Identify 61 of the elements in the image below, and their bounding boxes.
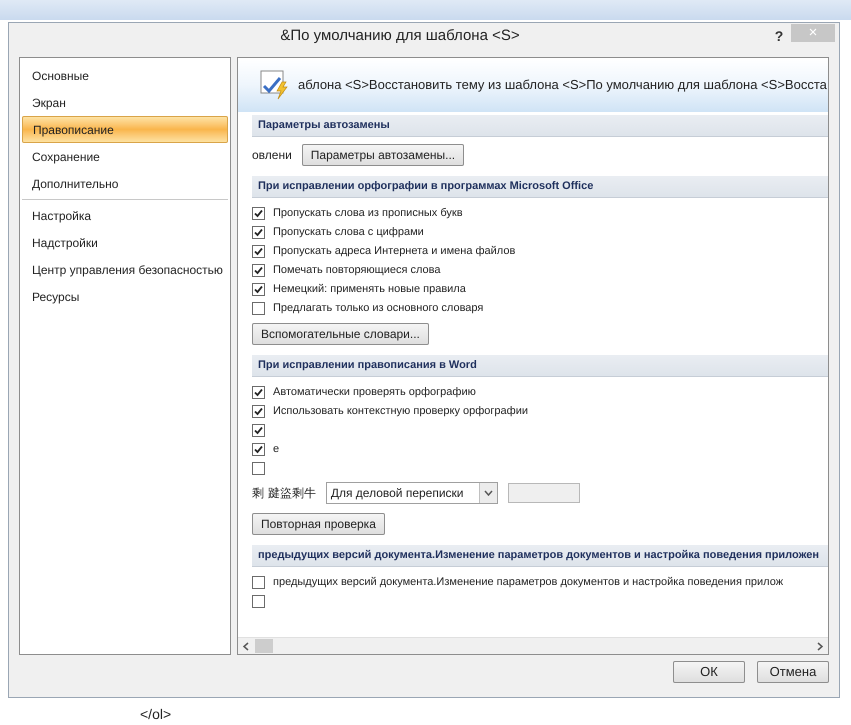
dialog-button[interactable]: Вспомогательные словари... bbox=[252, 323, 429, 345]
section-header: предыдущих версий документа.Изменение параметров документов и настройка поведения приложен bbox=[252, 545, 828, 567]
dialog-button[interactable]: Параметры автозамены... bbox=[302, 144, 464, 166]
checkbox[interactable] bbox=[252, 576, 265, 589]
sidebar-item[interactable]: Сохранение bbox=[22, 143, 228, 170]
scrollbar-thumb[interactable] bbox=[255, 639, 273, 653]
option-label: Предлагать только из основного словаря bbox=[273, 301, 484, 316]
option-label: Пропускать адреса Интернета и имена файлов bbox=[273, 244, 516, 260]
chevron-down-icon bbox=[484, 490, 493, 496]
option-label: е bbox=[273, 442, 280, 458]
option-label: Использовать контекстную проверку орфографии bbox=[273, 404, 528, 420]
sidebar-item[interactable]: Дополнительно bbox=[22, 170, 228, 197]
checkbox[interactable] bbox=[252, 283, 265, 296]
option-label: Немецкий: применять новые правила bbox=[273, 282, 466, 298]
checkbox[interactable] bbox=[252, 443, 265, 456]
sidebar-item[interactable]: Ресурсы bbox=[22, 283, 228, 310]
checkbox[interactable] bbox=[252, 226, 265, 239]
option-label: 剩 踺盜剩牛 bbox=[252, 485, 316, 502]
checkbox[interactable] bbox=[252, 405, 265, 418]
checkmark-icon bbox=[254, 426, 263, 435]
sidebar-item[interactable]: Надстройки bbox=[22, 229, 228, 256]
checkmark-icon bbox=[254, 266, 263, 275]
dropdown[interactable]: Для деловой переписки bbox=[326, 482, 498, 504]
checkbox[interactable] bbox=[252, 595, 265, 608]
spelling-check-icon bbox=[260, 70, 290, 100]
checkbox[interactable] bbox=[252, 462, 265, 475]
checkmark-icon bbox=[254, 209, 263, 218]
checkbox[interactable] bbox=[252, 386, 265, 399]
sidebar-item[interactable]: Центр управления безопасностью bbox=[22, 256, 228, 283]
horizontal-scrollbar[interactable] bbox=[238, 637, 828, 654]
checkbox[interactable] bbox=[252, 302, 265, 315]
banner-text: аблона <S>Восстановить тему из шаблона <S>По умолчанию для шаблона <S>Восста bbox=[298, 76, 827, 94]
checkbox[interactable] bbox=[252, 264, 265, 277]
sidebar-item[interactable]: Экран bbox=[22, 89, 228, 116]
checkbox[interactable] bbox=[252, 424, 265, 437]
checkbox[interactable] bbox=[252, 245, 265, 258]
checkmark-icon bbox=[254, 388, 263, 397]
option-label: предыдущих версий документа.Изменение параметров документов и настройка поведения прилож bbox=[273, 575, 784, 590]
option-label: Автоматически проверять орфографию bbox=[273, 385, 476, 400]
dialog-button[interactable]: Отмена bbox=[757, 661, 829, 683]
sidebar-item[interactable]: Основные bbox=[22, 62, 228, 89]
section-header: При исправлении орфографии в программах Microsoft Office bbox=[252, 176, 828, 198]
sidebar-item[interactable]: Настройка bbox=[22, 202, 228, 229]
sidebar-item[interactable]: Правописание bbox=[22, 116, 228, 143]
background-text: </ol> bbox=[140, 705, 172, 724]
option-label: Помечать повторяющиеся слова bbox=[273, 263, 441, 278]
checkmark-icon bbox=[254, 247, 263, 256]
section-header: При исправлении правописания в Word bbox=[252, 355, 828, 377]
option-label: Пропускать слова из прописных букв bbox=[273, 206, 463, 222]
dialog-button[interactable]: ОК bbox=[673, 661, 745, 683]
checkmark-icon bbox=[254, 445, 263, 454]
section-header: Параметры автозамены bbox=[252, 115, 828, 137]
dialog-button[interactable]: Повторная проверка bbox=[252, 513, 385, 535]
option-label: Пропускать слова с цифрами bbox=[273, 225, 424, 240]
checkmark-icon bbox=[254, 228, 263, 237]
checkmark-icon bbox=[254, 285, 263, 294]
option-label: овлени bbox=[252, 147, 292, 164]
help-button[interactable]: ? bbox=[767, 26, 791, 46]
window-title: &По умолчанию для шаблона <S> bbox=[279, 26, 521, 46]
checkmark-icon bbox=[254, 407, 263, 416]
checkbox[interactable] bbox=[252, 207, 265, 220]
